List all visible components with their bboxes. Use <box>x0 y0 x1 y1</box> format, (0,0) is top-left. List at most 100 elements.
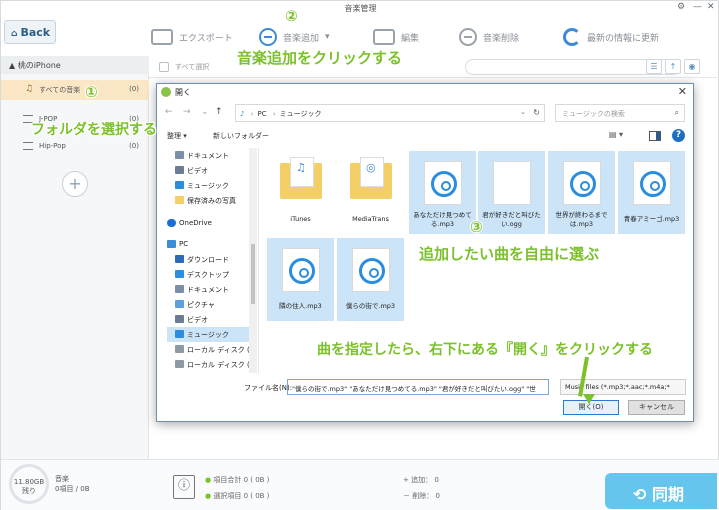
help-icon[interactable]: ? <box>672 129 685 142</box>
address-dropdown-icon[interactable]: ⌄ <box>520 108 526 116</box>
nav-item-downloads[interactable]: ダウンロード <box>167 252 257 267</box>
list-header: すべて選択 ⌕ ☰ ↑ ◉ <box>149 56 719 78</box>
view-options-icon[interactable]: ▤ ▾ <box>609 130 623 139</box>
all-music-count: (0) <box>129 85 139 93</box>
back-button[interactable]: ⌂ Back <box>4 20 56 44</box>
export-icon <box>151 29 173 45</box>
add-music-button[interactable]: 音楽追加 ▾ <box>259 26 330 48</box>
sidebar-item-playlist[interactable]: Hip-Pop (0) <box>1 140 149 154</box>
music-file-icon <box>282 248 320 292</box>
back-label: Back <box>20 26 51 39</box>
file-item-ogg[interactable]: 君が好きだと叫びたい.ogg <box>478 151 545 234</box>
nav-item-local-disk-c[interactable]: ローカル ディスク (C <box>167 342 257 357</box>
title-bar: 音楽管理 ⚙ — ✕ <box>1 1 719 15</box>
file-item-mediatrans[interactable]: ◎ MediaTrans <box>337 151 404 234</box>
nav-item-saved-pictures[interactable]: 保存済みの写真 <box>167 193 257 208</box>
list-view-button[interactable]: ☰ <box>646 59 662 74</box>
address-bar[interactable]: ♪ › PC › ミュージック ⌄ ↻ <box>235 104 545 122</box>
export-button[interactable]: エクスポート <box>151 26 233 48</box>
edit-button[interactable]: 編集 <box>373 26 419 48</box>
nav-item-documents-pc[interactable]: ドキュメント <box>167 282 257 297</box>
nav-scrollbar-thumb[interactable] <box>251 244 255 304</box>
device-row[interactable]: ▲ 桃のiPhone <box>1 56 149 74</box>
add-music-label: 音楽追加 <box>283 33 320 44</box>
sort-button[interactable]: ↑ <box>665 59 681 74</box>
music-file-icon <box>424 161 462 205</box>
step3-number: ③ <box>470 218 483 236</box>
nav-item-videos-pc[interactable]: ビデオ <box>167 312 257 327</box>
file-item-itunes[interactable]: ♫ iTunes <box>267 151 334 234</box>
nav-item-local-disk-e[interactable]: ローカル ディスク (E <box>167 357 257 372</box>
delete-music-button[interactable]: 音楽削除 <box>459 26 519 48</box>
document-file-icon <box>493 161 531 205</box>
selected-items: ● 選択項目 0 ( 0B ) <box>205 492 270 500</box>
file-item-mp3[interactable]: 僕らの街で.mp3 <box>337 238 404 321</box>
step4-text: 曲を指定したら、右下にある『開く』をクリックする <box>317 342 653 358</box>
step2-number: ② <box>285 7 298 25</box>
dialog-search-icon: ⌕ <box>674 108 679 117</box>
storage-gauge: 11.80GB 残り <box>9 464 49 504</box>
nav-item-music-pc[interactable]: ミュージック <box>167 327 257 342</box>
nav-item-pictures[interactable]: ピクチャ <box>167 297 257 312</box>
storage-free: 11.80GB <box>13 478 45 486</box>
delete-count: － 削除： 0 <box>403 492 440 500</box>
folder-icon <box>175 196 184 204</box>
path-root: PC <box>257 110 267 118</box>
home-icon: ⌂ <box>11 29 18 39</box>
minimize-icon[interactable]: — <box>693 2 702 12</box>
refresh-label: 最新の情報に更新 <box>587 33 660 44</box>
playlist-label: Hip-Pop <box>39 142 66 150</box>
nav-item-desktop[interactable]: デスクトップ <box>167 267 257 282</box>
disk-icon <box>175 360 184 368</box>
file-item-mp3[interactable]: あなただけ見つめてる.mp3 <box>409 151 476 234</box>
dialog-search-input[interactable]: ミュージックの検索 ⌕ <box>555 104 685 122</box>
cancel-button[interactable]: キャンセル <box>628 400 685 415</box>
nav-item-onedrive[interactable]: OneDrive <box>167 216 257 231</box>
nav-item-music[interactable]: ミュージック <box>167 178 257 193</box>
music-file-icon <box>563 161 601 205</box>
dialog-close-icon[interactable]: ✕ <box>678 85 687 98</box>
nav-item-videos[interactable]: ビデオ <box>167 163 257 178</box>
nav-item-pc[interactable]: PC <box>167 237 257 252</box>
file-name: iTunes <box>290 215 311 223</box>
sidebar-item-all-music[interactable]: ♫ すべての音楽 (0) <box>1 80 149 100</box>
sync-button[interactable]: ⟲ 同期 <box>605 473 717 509</box>
file-item-mp3[interactable]: 世界が終わるまでは.mp3 <box>548 151 615 234</box>
computer-icon <box>167 240 176 248</box>
itunes-button[interactable]: ◉ <box>684 59 700 74</box>
refresh-button[interactable]: 最新の情報に更新 <box>563 26 659 48</box>
file-item-mp3[interactable]: 隣の住人.mp3 <box>267 238 334 321</box>
close-icon[interactable]: ✕ <box>707 2 715 12</box>
filename-input[interactable]: "僕らの街で.mp3" "あなただけ見つめてる.mp3" "君が好きだと叫びたい… <box>287 379 549 395</box>
address-row: ← → ⌄ ↑ ♪ › PC › ミュージック ⌄ ↻ ミュージックの検索 ⌕ <box>157 104 693 122</box>
filename-label: ファイル名(N): <box>244 384 293 392</box>
forward-arrow-icon[interactable]: → <box>183 107 191 117</box>
export-label: エクスポート <box>179 33 233 44</box>
step1-text: フォルダを選択する <box>31 122 157 138</box>
file-name: MediaTrans <box>352 215 389 223</box>
app-icon <box>161 87 171 97</box>
add-music-icon <box>259 28 277 46</box>
recent-chevron-icon[interactable]: ⌄ <box>201 107 209 117</box>
address-refresh-icon[interactable]: ↻ <box>533 108 540 117</box>
file-item-mp3[interactable]: 青春アミーゴ.mp3 <box>618 151 685 234</box>
window-title: 音楽管理 <box>344 4 377 13</box>
back-arrow-icon[interactable]: ← <box>165 107 173 117</box>
settings-icon[interactable]: ⚙ <box>677 2 685 12</box>
path-current: ミュージック <box>279 110 322 118</box>
storage-info: 音楽 0項目 / 0B <box>55 474 90 494</box>
status-bar: 11.80GB 残り 音楽 0項目 / 0B ⓘ ● 項目合計 0 ( 0B )… <box>1 459 719 510</box>
add-playlist-button[interactable]: + <box>62 171 88 197</box>
headphones-icon: ♫ <box>25 84 34 94</box>
music-file-icon <box>633 161 671 205</box>
device-name: 桃のiPhone <box>17 61 61 70</box>
up-arrow-icon[interactable]: ↑ <box>215 107 223 117</box>
dialog-search-placeholder: ミュージックの検索 <box>562 110 625 118</box>
select-all-checkbox[interactable] <box>159 62 169 72</box>
info-icon: ⓘ <box>173 475 195 499</box>
nav-item-documents[interactable]: ドキュメント <box>167 148 257 163</box>
preview-pane-icon[interactable] <box>649 131 661 141</box>
new-folder-button[interactable]: 新しいフォルダー <box>213 131 269 141</box>
organize-button[interactable]: 整理 ▾ <box>167 131 187 141</box>
all-music-label: すべての音楽 <box>39 86 81 94</box>
